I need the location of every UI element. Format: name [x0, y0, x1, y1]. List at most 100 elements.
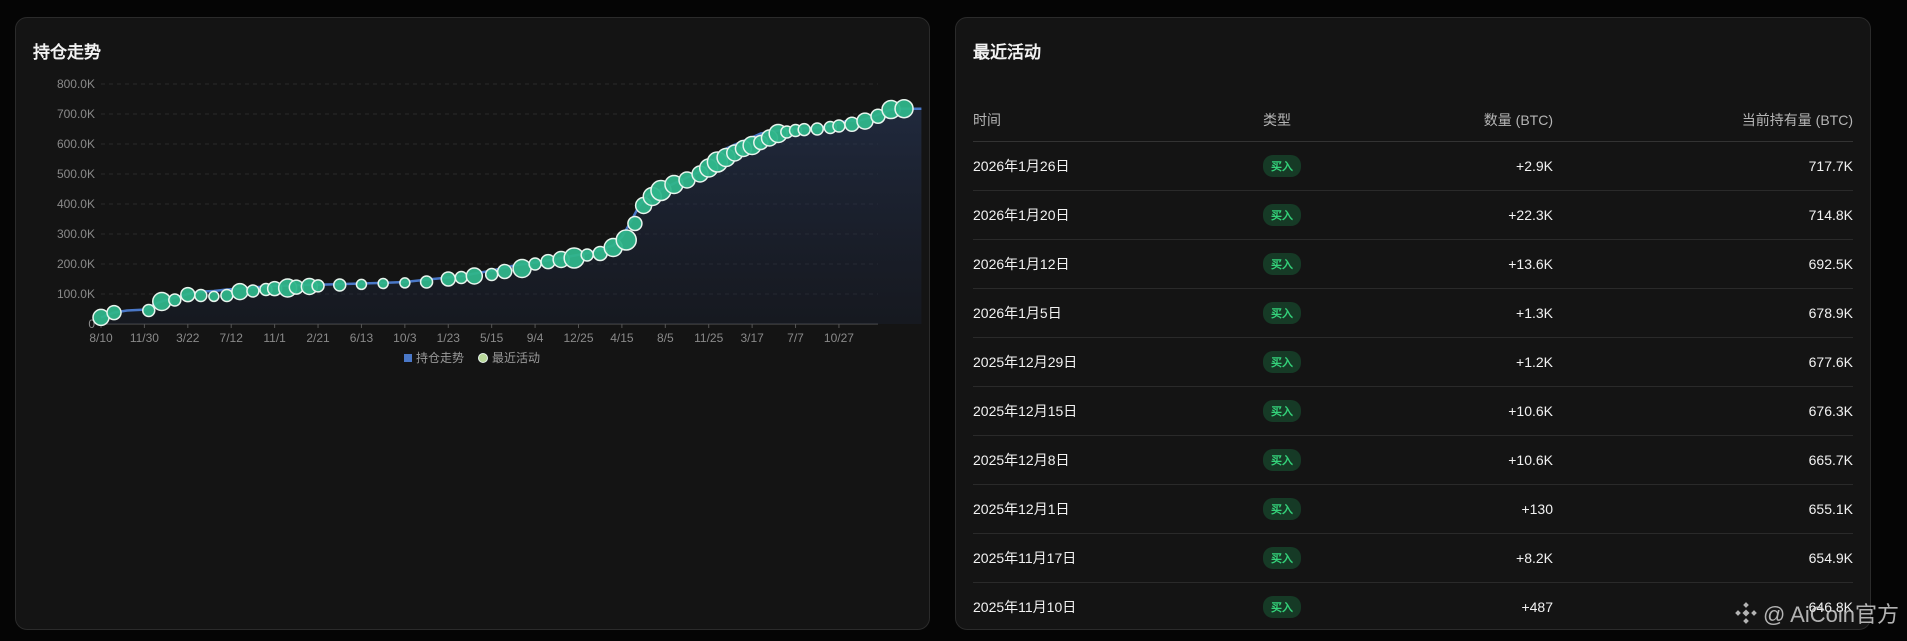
- aicoin-watermark: @ AiCoin官方: [1735, 597, 1899, 629]
- activity-point[interactable]: [419, 275, 434, 289]
- x-tick-label: 1/23: [437, 331, 461, 345]
- row-type-cell: 买入: [1263, 190, 1408, 240]
- x-tick-label: 4/15: [610, 331, 634, 345]
- table-row[interactable]: 2025年11月10日 买入 +487 646.8K: [973, 583, 1853, 632]
- table-row[interactable]: 2025年12月15日 买入 +10.6K 676.3K: [973, 386, 1853, 436]
- x-tick-label: 11/30: [130, 331, 159, 345]
- activity-point[interactable]: [220, 288, 234, 303]
- column-header-holding[interactable]: 当前持有量 (BTC): [1553, 98, 1853, 142]
- row-type-cell: 买入: [1263, 484, 1408, 534]
- x-tick-label: 11/25: [694, 331, 723, 345]
- activity-point[interactable]: [194, 288, 208, 303]
- binance-logo-icon: [1735, 602, 1757, 624]
- row-qty: +10.6K: [1408, 435, 1553, 485]
- activity-point[interactable]: [832, 119, 846, 133]
- x-tick-label: 12/25: [563, 331, 593, 345]
- row-qty: +10.6K: [1408, 386, 1553, 436]
- holdings-chart[interactable]: 0100.0K200.0K300.0K400.0K500.0K600.0K700…: [16, 18, 929, 398]
- table-row[interactable]: 2026年1月12日 买入 +13.6K 692.5K: [973, 239, 1853, 289]
- table-row[interactable]: 2025年12月1日 买入 +130 655.1K: [973, 484, 1853, 534]
- row-holding: 676.3K: [1553, 386, 1853, 436]
- x-tick-label: 9/4: [527, 331, 544, 345]
- activity-point[interactable]: [106, 304, 122, 321]
- y-tick-label: 500.0K: [57, 167, 95, 181]
- activity-point[interactable]: [797, 122, 811, 137]
- row-type-cell: 买入: [1263, 239, 1408, 289]
- activity-point[interactable]: [528, 257, 542, 271]
- activity-point[interactable]: [152, 291, 172, 312]
- activity-point[interactable]: [894, 98, 914, 119]
- activity-point[interactable]: [208, 290, 220, 303]
- column-header-time[interactable]: 时间: [973, 98, 1263, 142]
- row-type-cell: 买入: [1263, 141, 1408, 191]
- activity-point[interactable]: [465, 267, 484, 285]
- activity-point[interactable]: [580, 248, 594, 262]
- row-qty: +1.2K: [1408, 337, 1553, 387]
- row-type-cell: 买入: [1263, 533, 1408, 583]
- row-time: 2026年1月20日: [973, 190, 1263, 240]
- y-tick-label: 700.0K: [57, 107, 95, 121]
- buy-badge: 买入: [1263, 155, 1301, 177]
- x-tick-label: 2/21: [306, 331, 330, 345]
- legend-label-holdings[interactable]: 持仓走势: [416, 350, 464, 365]
- activity-point[interactable]: [168, 293, 182, 307]
- buy-badge: 买入: [1263, 351, 1301, 373]
- table-row[interactable]: 2025年11月17日 买入 +8.2K 654.9K: [973, 533, 1853, 583]
- activity-point[interactable]: [512, 258, 532, 279]
- activity-point[interactable]: [332, 278, 347, 292]
- activity-point[interactable]: [496, 263, 513, 280]
- column-header-qty[interactable]: 数量 (BTC): [1408, 98, 1553, 142]
- activity-point[interactable]: [399, 277, 411, 289]
- activity-point[interactable]: [246, 284, 260, 298]
- table-header-row: 时间 类型 数量 (BTC) 当前持有量 (BTC): [973, 98, 1853, 142]
- activity-point[interactable]: [355, 278, 368, 291]
- row-holding: 665.7K: [1553, 435, 1853, 485]
- table-row[interactable]: 2025年12月29日 买入 +1.2K 677.6K: [973, 337, 1853, 387]
- row-qty: +13.6K: [1408, 239, 1553, 289]
- row-qty: +487: [1521, 599, 1553, 615]
- x-tick-label: 3/22: [176, 331, 200, 345]
- row-time: 2026年1月26日: [973, 141, 1263, 191]
- buy-badge: 买入: [1263, 449, 1301, 471]
- activity-point[interactable]: [484, 267, 499, 282]
- holdings-chart-panel: 持仓走势 0 100.0K 200.0K 300.0K 400.0K 500.0K 600.…: [15, 17, 930, 630]
- row-time: 2025年11月17日: [973, 533, 1263, 583]
- row-time: 2025年12月15日: [973, 386, 1263, 436]
- row-qty: +22.3K: [1408, 190, 1553, 240]
- activity-point[interactable]: [377, 277, 389, 290]
- table-row[interactable]: 2026年1月5日 买入 +1.3K 678.9K: [973, 288, 1853, 338]
- row-qty: +2.9K: [1408, 141, 1553, 191]
- activity-point[interactable]: [810, 122, 824, 136]
- buy-badge: 买入: [1263, 547, 1301, 569]
- activity-point[interactable]: [141, 303, 156, 318]
- legend-label-activity[interactable]: 最近活动: [492, 351, 540, 365]
- activity-point[interactable]: [311, 279, 325, 293]
- row-holding: 717.7K: [1553, 141, 1853, 191]
- y-tick-label: 400.0K: [57, 197, 95, 211]
- activity-point[interactable]: [615, 229, 637, 251]
- row-time: 2026年1月5日: [973, 288, 1263, 338]
- buy-badge: 买入: [1263, 302, 1301, 324]
- buy-badge: 买入: [1263, 400, 1301, 422]
- activity-point[interactable]: [627, 215, 643, 232]
- x-tick-label: 8/10: [89, 331, 113, 345]
- activity-point[interactable]: [454, 270, 469, 285]
- activity-point[interactable]: [231, 282, 249, 301]
- x-tick-label: 10/3: [393, 331, 417, 345]
- activity-point[interactable]: [180, 286, 196, 303]
- table-row[interactable]: 2025年12月8日 买入 +10.6K 665.7K: [973, 435, 1853, 485]
- y-tick-label: 200.0K: [57, 257, 95, 271]
- row-holding: 655.1K: [1553, 484, 1853, 534]
- column-header-type[interactable]: 类型: [1263, 98, 1408, 142]
- y-tick-label: 300.0K: [57, 227, 95, 241]
- row-time: 2025年12月1日: [973, 484, 1263, 534]
- row-holding: 678.9K: [1553, 288, 1853, 338]
- row-qty: +1.3K: [1408, 288, 1553, 338]
- activity-title: 最近活动: [973, 43, 1041, 62]
- table-row[interactable]: 2026年1月26日 买入 +2.9K 717.7K: [973, 141, 1853, 191]
- buy-badge: 买入: [1263, 204, 1301, 226]
- activity-point[interactable]: [440, 271, 457, 287]
- row-type-cell: 买入: [1263, 386, 1408, 436]
- y-tick-label: 600.0K: [57, 137, 95, 151]
- table-row[interactable]: 2026年1月20日 买入 +22.3K 714.8K: [973, 190, 1853, 240]
